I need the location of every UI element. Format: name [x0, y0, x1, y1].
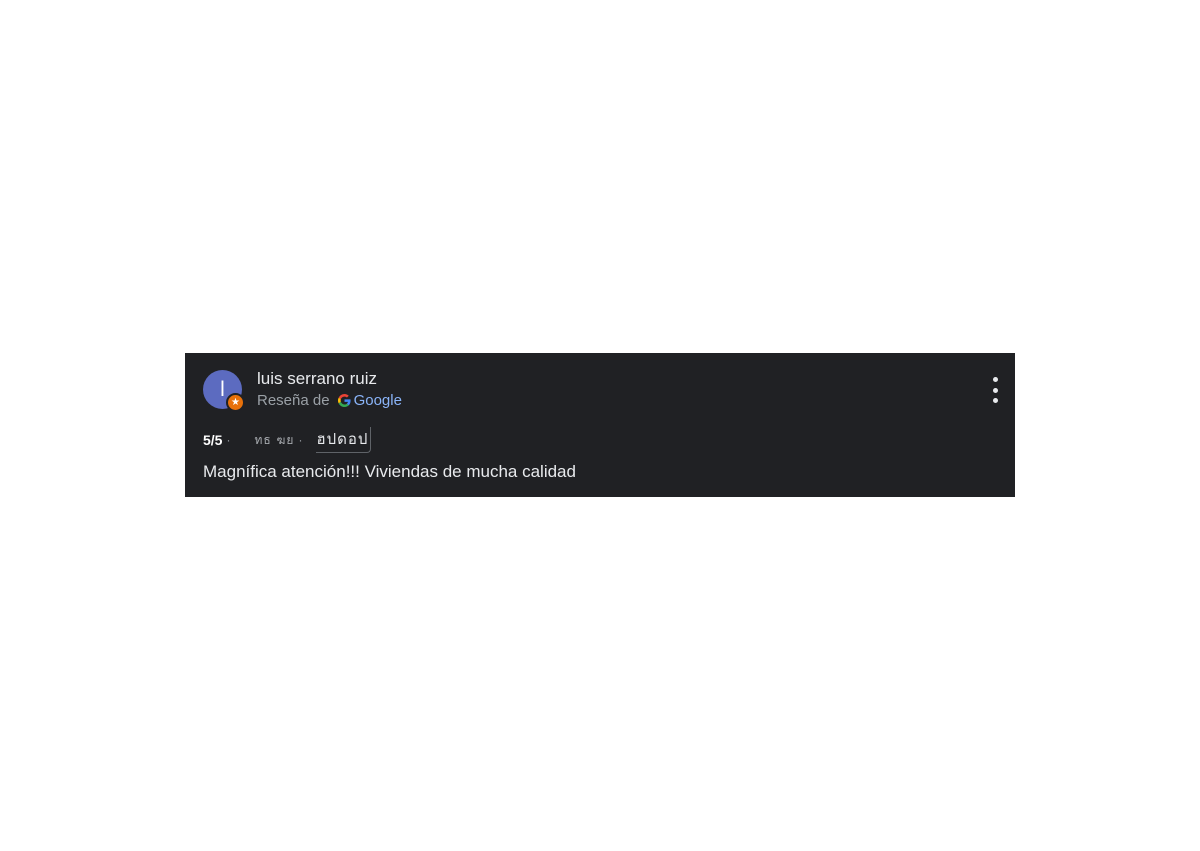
review-date-extra: ฮปดอป — [316, 427, 372, 453]
rating-line: 5/5 · ทธ ฆย · ฮปดอป — [203, 427, 372, 453]
separator: · — [226, 433, 231, 447]
google-g-icon — [337, 394, 351, 407]
menu-dot — [992, 398, 998, 403]
review-date: ทธ ฆย — [254, 432, 295, 447]
menu-dot — [992, 387, 998, 393]
source-prefix: Reseña de — [257, 392, 330, 409]
more-vert-icon[interactable] — [987, 377, 1003, 403]
review-body: Magnífica atención!!! Viviendas de mucha… — [203, 462, 576, 481]
page: l ★ luis serrano ruiz Reseña de Google 5… — [0, 0, 1200, 851]
source-google-link[interactable]: Google — [354, 392, 402, 409]
menu-dot — [992, 377, 998, 382]
separator: · — [298, 433, 303, 447]
review-source: Reseña de Google — [257, 392, 402, 409]
local-guide-star-icon: ★ — [226, 393, 245, 412]
avatar-initial: l — [220, 378, 225, 401]
reviewer-name[interactable]: luis serrano ruiz — [257, 369, 377, 389]
rating-value: 5/5 — [203, 432, 223, 448]
review-card: l ★ luis serrano ruiz Reseña de Google 5… — [185, 353, 1015, 497]
